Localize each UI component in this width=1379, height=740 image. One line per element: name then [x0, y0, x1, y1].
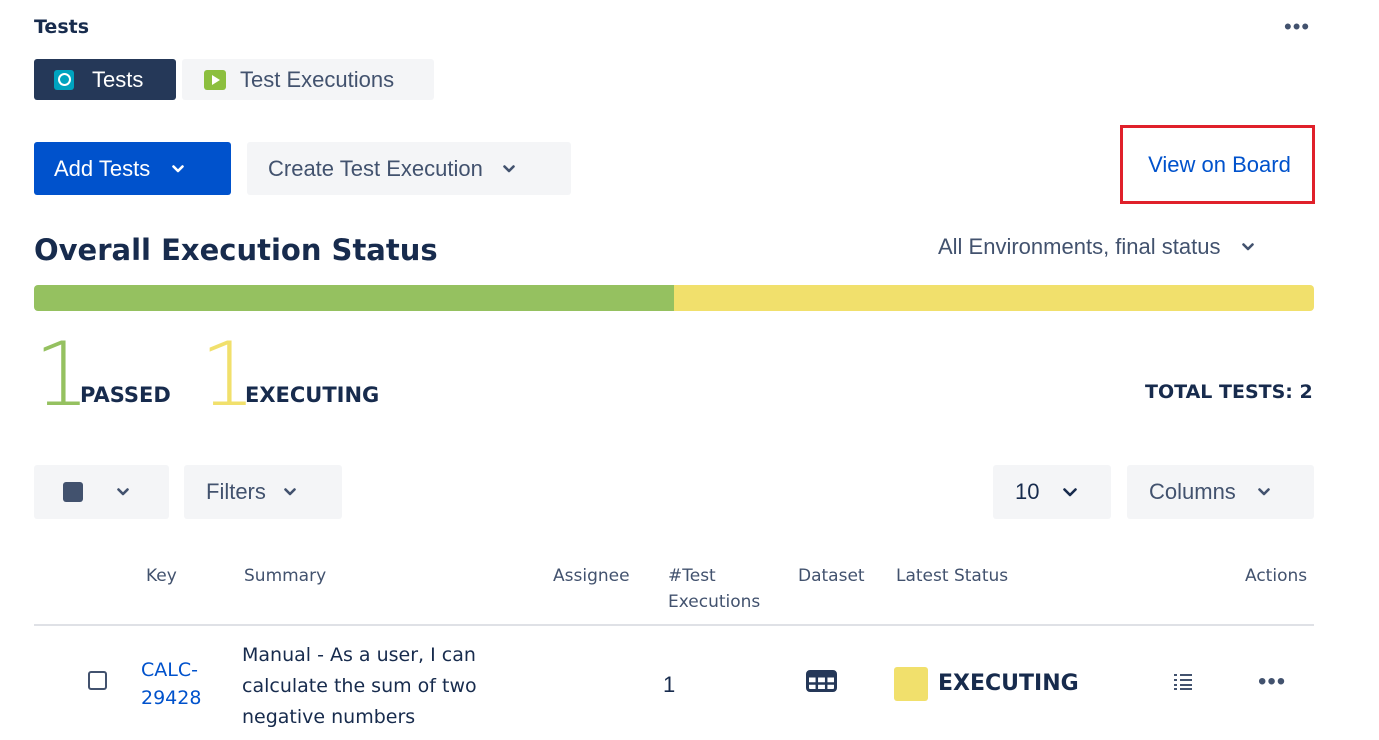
row-checkbox[interactable]: [88, 671, 107, 690]
page-size-select[interactable]: 10: [993, 465, 1111, 519]
status-bar-passed-segment[interactable]: [34, 285, 674, 311]
chevron-down-icon: [284, 488, 296, 496]
passed-label: PASSED: [80, 383, 171, 407]
tab-tests-label: Tests: [92, 66, 144, 92]
tab-test-executions-label: Test Executions: [240, 66, 395, 92]
column-header-test-executions-line1: #Test: [668, 566, 716, 586]
execution-status-bar: [34, 285, 1314, 311]
tab-test-executions[interactable]: Test Executions: [182, 59, 434, 100]
test-summary: Manual - As a user, I can calculate the …: [242, 640, 512, 733]
column-header-actions: Actions: [1245, 566, 1308, 586]
create-test-execution-label: Create Test Execution: [268, 155, 483, 181]
environment-select[interactable]: All Environments, final status: [938, 234, 1255, 260]
test-key-link[interactable]: CALC- 29428: [141, 656, 211, 712]
column-header-dataset[interactable]: Dataset: [798, 563, 865, 589]
chevron-down-icon: [1063, 487, 1078, 496]
filters-button[interactable]: Filters: [184, 465, 342, 519]
chevron-down-icon: [1242, 243, 1255, 251]
section-title: Tests: [34, 16, 90, 38]
tests-icon: [54, 69, 74, 90]
bulk-select-dropdown[interactable]: [34, 465, 169, 519]
test-summary-line3: negative numbers: [242, 706, 416, 728]
test-summary-line2: calculate the sum of two: [242, 675, 477, 697]
column-header-test-executions-line2: Executions: [668, 592, 761, 612]
test-summary-line1: Manual - As a user, I can: [242, 644, 476, 666]
add-tests-label: Add Tests: [54, 155, 151, 181]
execution-list-icon[interactable]: [1174, 673, 1192, 691]
test-executions-count: 1: [663, 672, 676, 697]
status-bar-executing-segment[interactable]: [674, 285, 1314, 311]
total-tests: TOTAL TESTS: 2: [1145, 381, 1313, 403]
executing-label: EXECUTING: [245, 383, 380, 407]
column-header-latest-status[interactable]: Latest Status: [896, 563, 1008, 589]
column-header-assignee[interactable]: Assignee: [553, 563, 630, 589]
test-key-line2: 29428: [141, 687, 202, 709]
columns-label: Columns: [1149, 479, 1236, 504]
select-all-checkbox-icon: [63, 482, 83, 502]
table-grid-icon[interactable]: [806, 670, 837, 692]
tab-tests[interactable]: Tests: [34, 59, 176, 100]
test-executions-icon: [204, 69, 226, 90]
view-on-board-link[interactable]: View on Board: [1148, 152, 1291, 178]
add-tests-button[interactable]: Add Tests: [34, 142, 231, 195]
page-size-value: 10: [1015, 479, 1040, 504]
table-header-divider: [34, 624, 1314, 626]
latest-status-label: EXECUTING: [938, 671, 1079, 696]
view-on-board-highlight: View on Board: [1120, 125, 1315, 204]
row-actions-more-icon[interactable]: •••: [1258, 670, 1286, 694]
environment-select-label: All Environments, final status: [938, 234, 1221, 259]
chevron-down-icon: [172, 164, 185, 172]
chevron-down-icon: [117, 488, 129, 496]
column-header-summary[interactable]: Summary: [244, 563, 326, 589]
chevron-down-icon: [1258, 488, 1270, 496]
overall-status-title: Overall Execution Status: [34, 233, 438, 267]
column-header-test-executions[interactable]: #Test Executions: [668, 563, 760, 615]
column-header-key[interactable]: Key: [146, 563, 177, 589]
test-key-line1: CALC-: [141, 659, 198, 681]
status-color-chip: [894, 667, 928, 701]
columns-button[interactable]: Columns: [1127, 465, 1314, 519]
filters-label: Filters: [206, 479, 266, 504]
create-test-execution-button[interactable]: Create Test Execution: [247, 142, 571, 195]
chevron-down-icon: [503, 164, 515, 172]
more-options-icon[interactable]: •••: [1284, 14, 1310, 40]
